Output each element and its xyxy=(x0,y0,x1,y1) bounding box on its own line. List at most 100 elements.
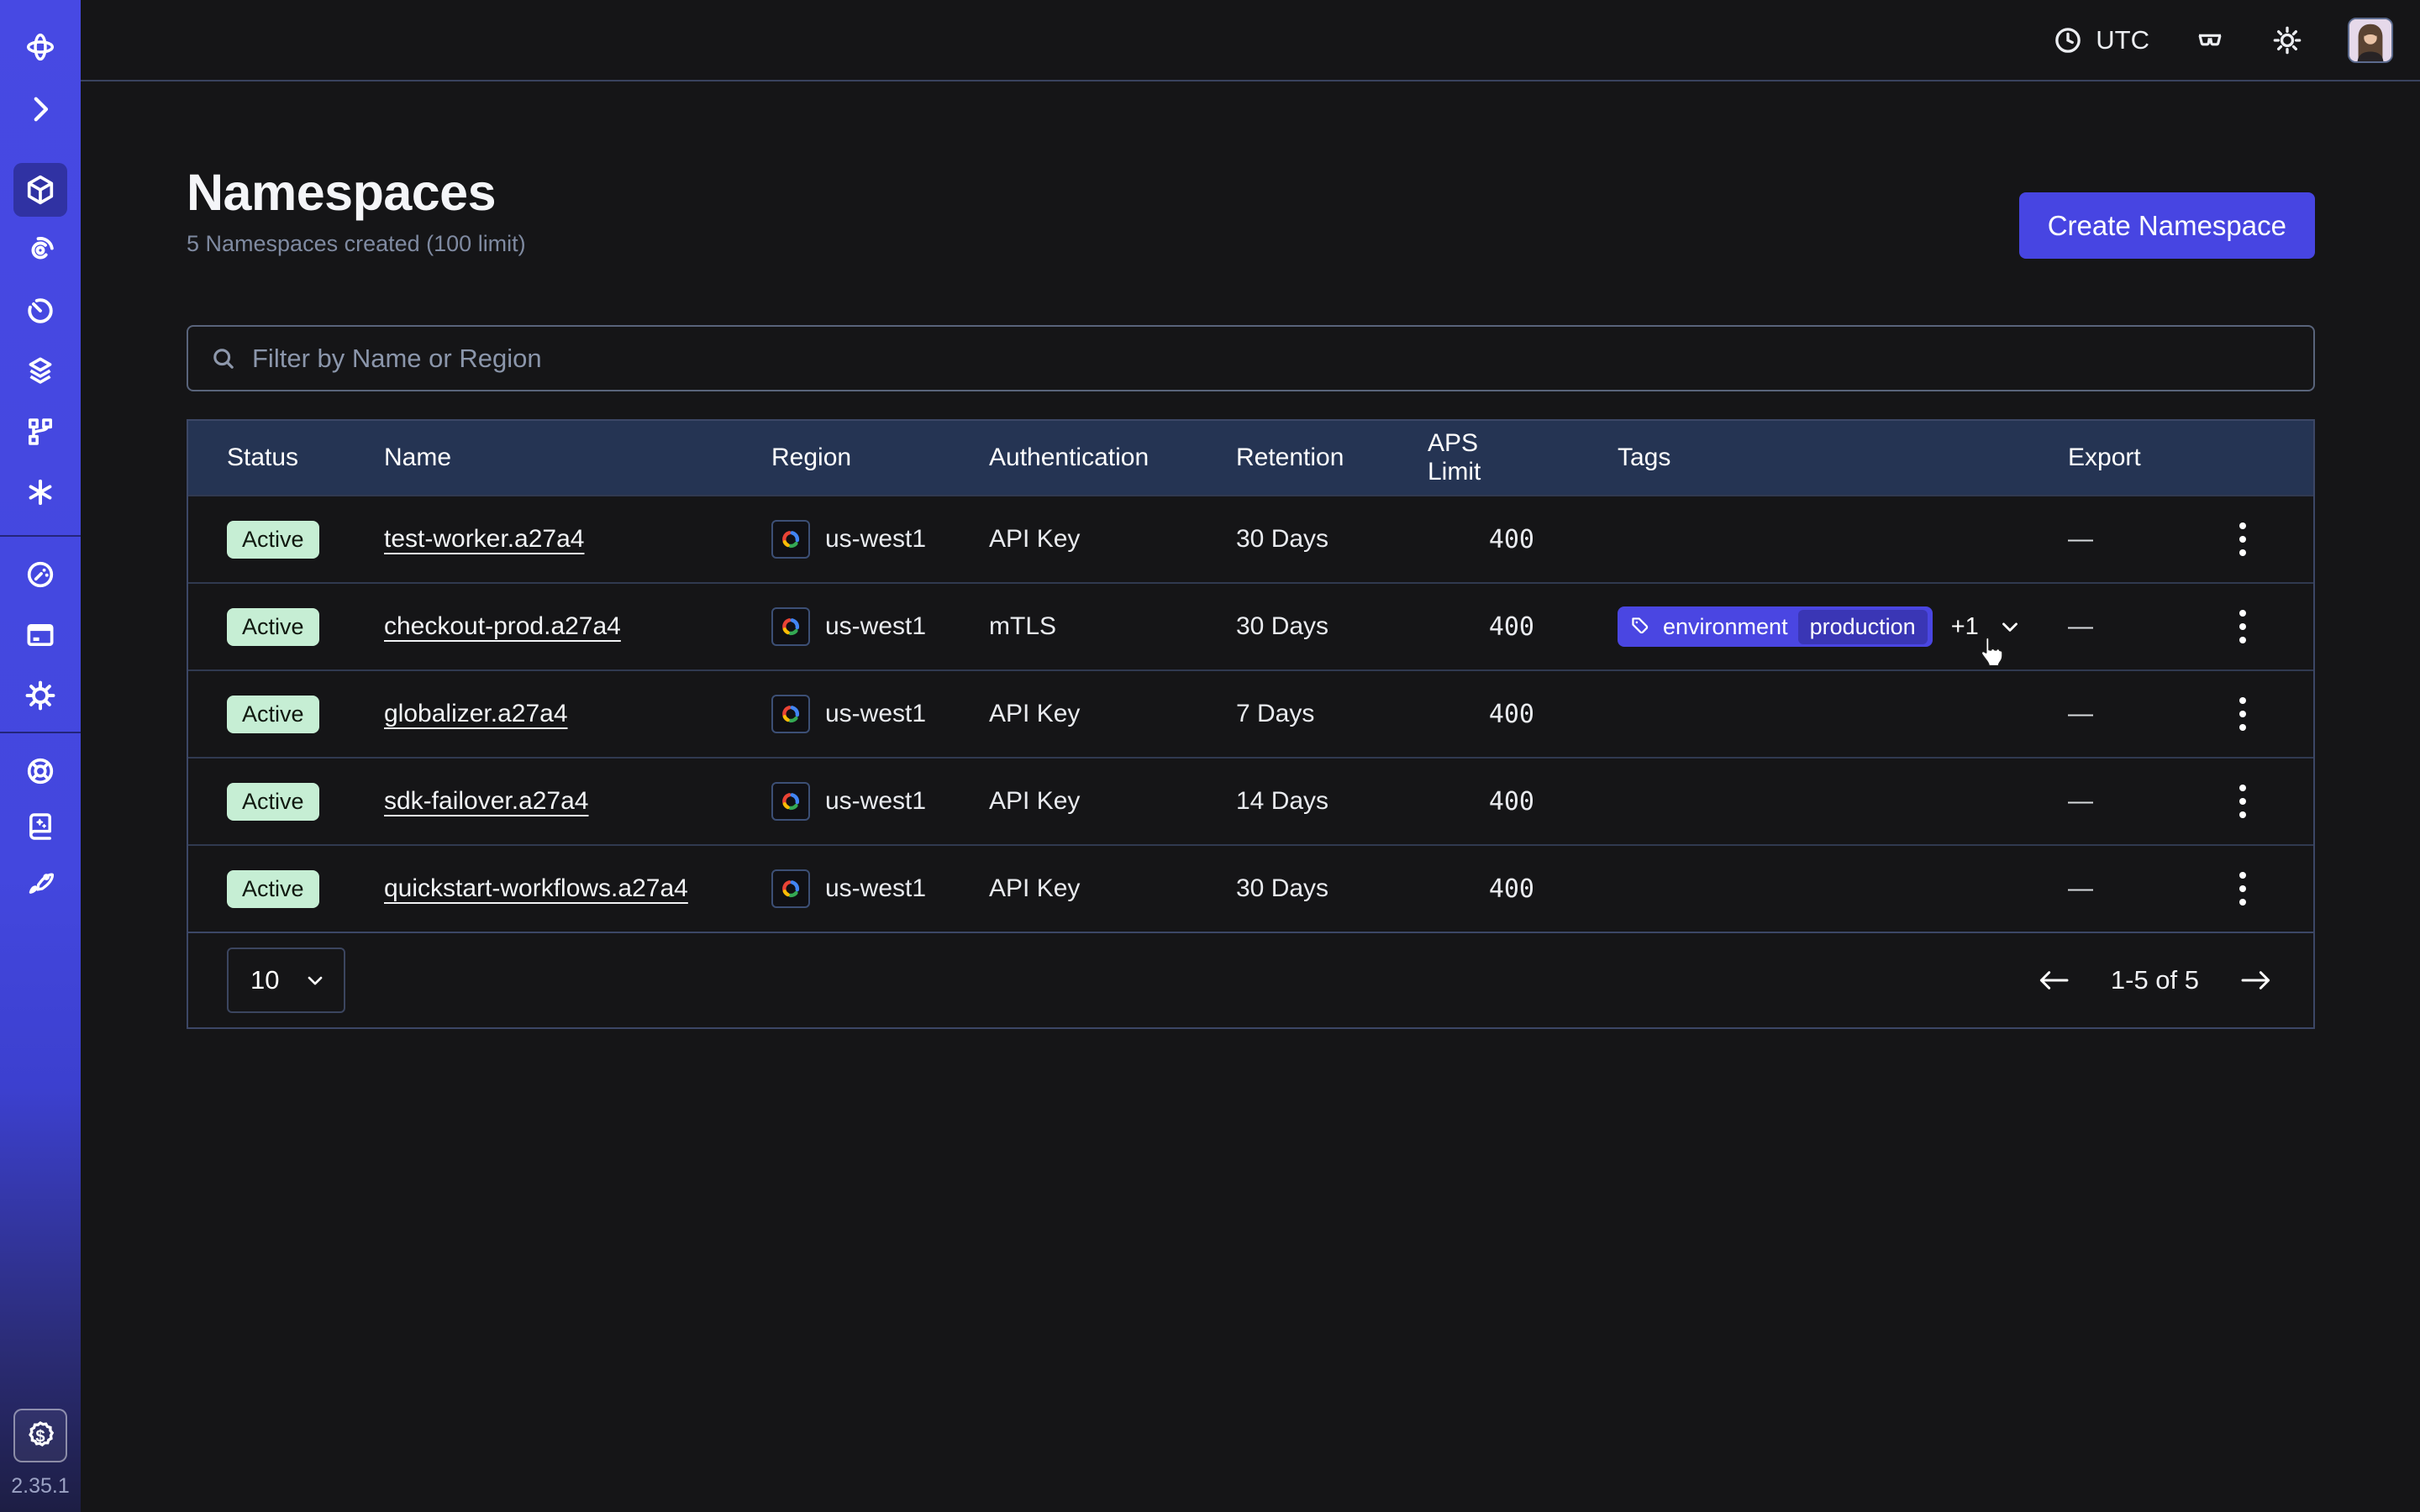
export-empty: — xyxy=(2068,612,2093,641)
prev-page-button[interactable] xyxy=(2035,967,2072,994)
app-version: 2.35.1 xyxy=(11,1474,70,1499)
status-badge: Active xyxy=(227,608,319,646)
page-size-value: 10 xyxy=(250,965,279,995)
retention-label: 30 Days xyxy=(1236,874,1428,903)
google-cloud-icon xyxy=(771,782,810,821)
next-page-button[interactable] xyxy=(2238,967,2275,994)
sidebar-expand-icon[interactable] xyxy=(13,89,67,129)
tag-key: environment xyxy=(1663,614,1788,640)
row-menu-button[interactable] xyxy=(2234,605,2251,648)
sidebar-item-getting-started[interactable] xyxy=(13,858,67,906)
temporal-logo-icon[interactable] xyxy=(13,20,67,74)
sidebar-item-namespaces[interactable] xyxy=(13,163,67,217)
table-footer: 10 1-5 of 5 xyxy=(188,932,2313,1027)
page-subtitle: 5 Namespaces created (100 limit) xyxy=(187,231,526,257)
tags-expand-chevron-icon[interactable] xyxy=(1997,614,2023,639)
status-badge: Active xyxy=(227,696,319,733)
search-icon xyxy=(208,344,239,374)
region-label: us-west1 xyxy=(825,787,926,816)
row-menu-button[interactable] xyxy=(2234,780,2251,823)
export-empty: — xyxy=(2068,525,2093,554)
namespaces-table: Status Name Region Authentication Retent… xyxy=(187,419,2315,1029)
billing-badge-button[interactable]: $ xyxy=(13,1409,67,1462)
col-tags: Tags xyxy=(1534,444,2068,472)
labs-glasses-icon[interactable] xyxy=(2193,24,2227,57)
sidebar-item-docs[interactable] xyxy=(13,803,67,850)
namespace-link[interactable]: test-worker.a27a4 xyxy=(384,525,584,553)
timezone-label: UTC xyxy=(2096,25,2149,55)
namespace-link[interactable]: globalizer.a27a4 xyxy=(384,700,568,727)
row-menu-button[interactable] xyxy=(2234,692,2251,736)
sidebar-item-nexus[interactable] xyxy=(13,465,67,519)
aps-limit-value: 400 xyxy=(1428,787,1534,816)
main-content: Namespaces 5 Namespaces created (100 lim… xyxy=(81,83,2420,1512)
retention-label: 30 Days xyxy=(1236,525,1428,554)
sidebar-item-support[interactable] xyxy=(13,748,67,795)
theme-sun-icon[interactable] xyxy=(2270,24,2304,57)
table-row: Active sdk-failover.a27a4 us-west1 API K… xyxy=(188,757,2313,844)
topbar: UTC xyxy=(81,0,2420,81)
sidebar-item-billing[interactable] xyxy=(13,608,67,662)
col-region: Region xyxy=(771,444,989,472)
status-badge: Active xyxy=(227,870,319,908)
pagination-range: 1-5 of 5 xyxy=(2111,965,2199,995)
tag-badge[interactable]: environment production xyxy=(1618,606,1933,647)
table-row: Active quickstart-workflows.a27a4 us-wes… xyxy=(188,844,2313,932)
auth-label: API Key xyxy=(989,525,1236,554)
auth-label: mTLS xyxy=(989,612,1236,641)
aps-limit-value: 400 xyxy=(1428,612,1534,642)
create-namespace-button[interactable]: Create Namespace xyxy=(2019,192,2315,259)
export-empty: — xyxy=(2068,787,2093,816)
region-label: us-west1 xyxy=(825,874,926,903)
tag-value: production xyxy=(1798,610,1928,644)
sidebar-item-workflows[interactable] xyxy=(13,223,67,277)
retention-label: 14 Days xyxy=(1236,787,1428,816)
sidebar-divider xyxy=(0,535,81,537)
status-badge: Active xyxy=(227,783,319,821)
namespace-link[interactable]: sdk-failover.a27a4 xyxy=(384,787,589,815)
region-label: us-west1 xyxy=(825,612,926,641)
sidebar-item-schedules[interactable] xyxy=(13,284,67,338)
aps-limit-value: 400 xyxy=(1428,874,1534,904)
page-size-select[interactable]: 10 xyxy=(227,948,345,1013)
svg-text:$: $ xyxy=(35,1427,45,1446)
col-authentication: Authentication xyxy=(989,444,1236,472)
namespace-link[interactable]: checkout-prod.a27a4 xyxy=(384,612,621,640)
col-aps-limit: APS Limit xyxy=(1428,429,1534,486)
sidebar-item-settings[interactable] xyxy=(13,669,67,722)
row-menu-button[interactable] xyxy=(2234,867,2251,911)
table-row: Active globalizer.a27a4 us-west1 API Key… xyxy=(188,669,2313,757)
filter-input[interactable] xyxy=(252,344,2293,374)
user-avatar[interactable] xyxy=(2348,18,2393,63)
row-menu-button[interactable] xyxy=(2234,517,2251,561)
timezone-button[interactable]: UTC xyxy=(2052,24,2149,56)
clock-icon xyxy=(2052,24,2084,56)
sidebar-item-usage[interactable] xyxy=(13,548,67,601)
export-empty: — xyxy=(2068,874,2093,903)
chevron-down-icon xyxy=(303,969,327,992)
aps-limit-value: 400 xyxy=(1428,700,1534,729)
status-badge: Active xyxy=(227,521,319,559)
auth-label: API Key xyxy=(989,874,1236,903)
google-cloud-icon xyxy=(771,695,810,733)
sidebar: $ 2.35.1 xyxy=(0,0,81,1512)
auth-label: API Key xyxy=(989,700,1236,728)
page-title: Namespaces xyxy=(187,165,526,221)
table-header-row: Status Name Region Authentication Retent… xyxy=(188,421,2313,495)
auth-label: API Key xyxy=(989,787,1236,816)
google-cloud-icon xyxy=(771,869,810,908)
table-row: Active test-worker.a27a4 us-west1 API Ke… xyxy=(188,495,2313,582)
namespace-link[interactable]: quickstart-workflows.a27a4 xyxy=(384,874,688,902)
col-export: Export xyxy=(2068,444,2275,472)
col-retention: Retention xyxy=(1236,444,1428,472)
sidebar-divider xyxy=(0,732,81,733)
region-label: us-west1 xyxy=(825,700,926,728)
retention-label: 30 Days xyxy=(1236,612,1428,641)
tag-icon xyxy=(1629,615,1653,638)
sidebar-item-batch-operations[interactable] xyxy=(13,405,67,459)
retention-label: 7 Days xyxy=(1236,700,1428,728)
tags-more-count[interactable]: +1 xyxy=(1951,613,1979,641)
google-cloud-icon xyxy=(771,607,810,646)
col-status: Status xyxy=(227,444,384,472)
sidebar-item-deployments[interactable] xyxy=(13,344,67,398)
